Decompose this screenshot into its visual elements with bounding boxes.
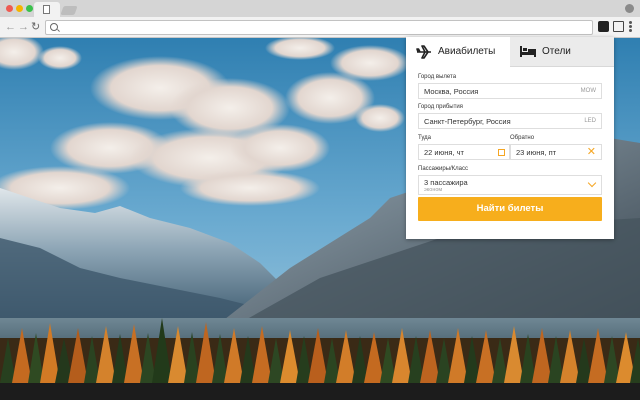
bed-icon: [520, 46, 536, 57]
back-icon[interactable]: ←: [5, 19, 16, 35]
return-date-field[interactable]: 23 июня, пт ✕: [510, 144, 602, 160]
tab-hotels[interactable]: Отели: [510, 37, 614, 67]
plane-icon: [416, 45, 431, 59]
origin-code: MOW: [580, 88, 596, 94]
browser-toolbar: ← → ↻: [0, 17, 640, 38]
passengers-value: 3 пассажира: [424, 178, 468, 187]
address-bar[interactable]: [45, 20, 593, 35]
origin-label: Город вылета: [418, 74, 457, 80]
close-icon[interactable]: ✕: [587, 145, 596, 159]
destination-value: Санкт-Петербург, Россия: [424, 117, 511, 126]
close-window-button[interactable]: [6, 5, 13, 12]
origin-value: Москва, Россия: [424, 87, 479, 96]
search-button[interactable]: Найти билеты: [418, 197, 602, 221]
extension-icon[interactable]: [598, 21, 609, 32]
passengers-select[interactable]: 3 пассажира эконом: [418, 175, 602, 195]
destination-code: LED: [584, 118, 596, 124]
class-value: эконом: [424, 187, 443, 193]
maximize-window-button[interactable]: [26, 5, 33, 12]
browser-tab[interactable]: [34, 2, 60, 17]
search-tabs: Авиабилеты Отели: [406, 37, 614, 67]
account-icon[interactable]: [625, 4, 634, 13]
destination-field[interactable]: Санкт-Петербург, Россия LED: [418, 113, 602, 129]
forward-icon[interactable]: →: [18, 19, 29, 35]
destination-label: Город прибытия: [418, 104, 463, 110]
depart-label: Туда: [418, 135, 431, 141]
tab-flights-label: Авиабилеты: [438, 46, 496, 57]
return-date-value: 23 июня, пт: [516, 148, 557, 157]
passengers-label: Пассажиры/Класс: [418, 166, 469, 172]
page-icon: [43, 5, 50, 14]
search-icon: [50, 23, 58, 31]
cast-icon[interactable]: [613, 21, 624, 32]
return-label: Обратно: [510, 135, 535, 141]
new-tab-button[interactable]: [60, 6, 78, 15]
depart-date-field[interactable]: 22 июня, чт: [418, 144, 510, 160]
tab-hotels-label: Отели: [542, 46, 571, 57]
browser-tab-bar: [0, 0, 640, 17]
origin-field[interactable]: Москва, Россия MOW: [418, 83, 602, 99]
menu-icon[interactable]: [629, 21, 632, 33]
calendar-icon[interactable]: [498, 149, 505, 156]
minimize-window-button[interactable]: [16, 5, 23, 12]
reload-icon[interactable]: ↻: [31, 19, 40, 35]
tab-flights[interactable]: Авиабилеты: [406, 37, 510, 67]
depart-date-value: 22 июня, чт: [424, 148, 464, 157]
chevron-down-icon: [587, 178, 597, 188]
flight-search-widget: Авиабилеты Отели Город вылета Москва, Ро…: [406, 37, 614, 239]
